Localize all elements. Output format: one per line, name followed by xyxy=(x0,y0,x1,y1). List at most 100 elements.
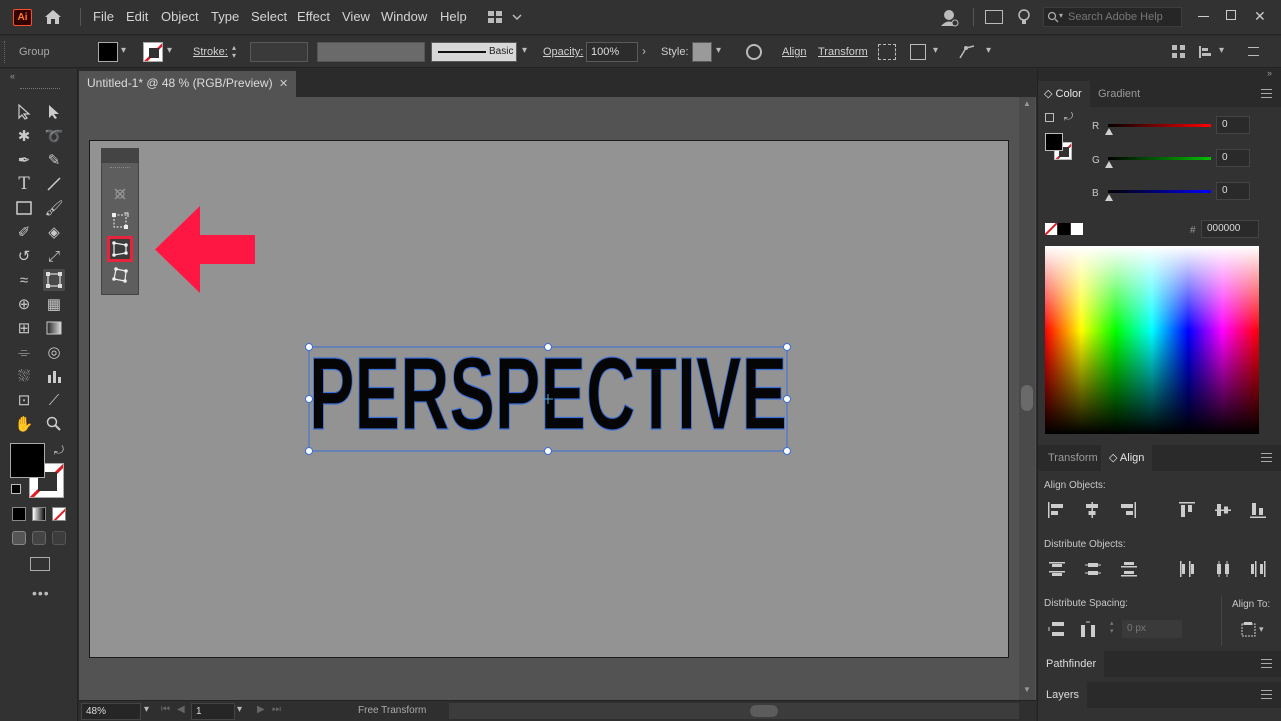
tab-pathfinder[interactable]: Pathfinder xyxy=(1038,651,1105,677)
vertical-align-center-icon[interactable] xyxy=(1214,501,1232,519)
vertical-distribute-center-icon[interactable] xyxy=(1084,560,1102,578)
minimize-button[interactable] xyxy=(1198,16,1209,17)
align-to-selection-icon[interactable] xyxy=(1240,620,1258,638)
align-panel-menu-icon[interactable] xyxy=(1261,453,1272,462)
artboard-number-field[interactable]: 1 xyxy=(191,703,235,720)
layers-panel-menu-icon[interactable] xyxy=(1261,690,1272,699)
hand-tool-icon[interactable]: ✋ xyxy=(13,413,35,435)
artboard-tool-icon[interactable]: ⊡ xyxy=(13,389,35,411)
tab-layers[interactable]: Layers xyxy=(1038,682,1088,708)
horizontal-distribute-left-icon[interactable] xyxy=(1178,560,1196,578)
variable-width-profile[interactable] xyxy=(317,42,425,62)
g-value-field[interactable]: 0 xyxy=(1216,149,1250,167)
opacity-label[interactable]: Opacity: xyxy=(543,46,583,58)
stroke-weight-stepper[interactable]: ▴ ▾ xyxy=(232,44,246,60)
bbox-handle[interactable] xyxy=(544,343,552,351)
menu-file[interactable]: File xyxy=(93,9,114,24)
color-spectrum[interactable] xyxy=(1045,246,1259,434)
bbox-handle[interactable] xyxy=(783,447,791,455)
bbox-handle[interactable] xyxy=(783,343,791,351)
b-value-field[interactable]: 0 xyxy=(1216,182,1250,200)
default-fill-stroke-icon[interactable] xyxy=(11,484,21,494)
align-link[interactable]: Align xyxy=(782,46,806,58)
r-slider[interactable] xyxy=(1108,124,1211,127)
draw-normal-icon[interactable] xyxy=(12,531,26,545)
slice-tool-icon[interactable]: ⟋ xyxy=(43,389,65,411)
tab-gradient[interactable]: Gradient xyxy=(1090,81,1148,107)
swap-fill-stroke-icon[interactable]: ⤾ xyxy=(54,443,64,458)
search-field[interactable]: ▾ Search Adobe Help xyxy=(1043,7,1182,27)
puppet-warp-icon[interactable] xyxy=(958,44,976,60)
g-slider[interactable] xyxy=(1108,157,1211,160)
r-slider-thumb[interactable] xyxy=(1105,128,1113,135)
spacing-stepper[interactable]: ▴ ▾ xyxy=(1110,620,1120,638)
menu-help[interactable]: Help xyxy=(440,9,467,24)
previous-artboard-icon[interactable]: ◀ xyxy=(177,704,185,715)
magic-wand-tool-icon[interactable]: ✱ xyxy=(13,125,35,147)
spacing-value-field[interactable]: 0 px xyxy=(1122,620,1182,638)
panel-fill-swatch[interactable] xyxy=(1045,133,1063,151)
close-window-button[interactable]: ✕ xyxy=(1254,8,1266,25)
zoom-tool-icon[interactable] xyxy=(43,413,65,435)
g-slider-thumb[interactable] xyxy=(1105,161,1113,168)
menu-edit[interactable]: Edit xyxy=(126,9,148,24)
panel-swap-colors-icon[interactable]: ⤾ xyxy=(1064,111,1073,124)
free-distort-icon[interactable] xyxy=(111,266,129,284)
account-icon[interactable] xyxy=(940,8,960,28)
shaper-tool-icon[interactable]: ✐ xyxy=(13,221,35,243)
bbox-handle[interactable] xyxy=(783,395,791,403)
menu-type[interactable]: Type xyxy=(211,9,239,24)
symbol-sprayer-tool-icon[interactable]: ⛆ xyxy=(13,365,35,387)
b-slider[interactable] xyxy=(1108,190,1211,193)
distribute-icon[interactable] xyxy=(1199,45,1213,59)
horizontal-align-center-icon[interactable] xyxy=(1083,501,1101,519)
horizontal-distribute-right-icon[interactable] xyxy=(1249,560,1267,578)
hex-value-field[interactable]: 000000 xyxy=(1201,220,1259,238)
vertical-distribute-bottom-icon[interactable] xyxy=(1120,560,1138,578)
perspective-grid-tool-icon[interactable]: ▦ xyxy=(43,293,65,315)
draw-behind-icon[interactable] xyxy=(32,531,46,545)
fill-swatch[interactable] xyxy=(98,42,118,62)
close-tab-icon[interactable]: ✕ xyxy=(279,77,288,90)
horizontal-scroll-thumb[interactable] xyxy=(750,705,778,717)
align-grid-icon[interactable] xyxy=(1172,45,1186,59)
zoom-field[interactable]: 48% xyxy=(81,703,141,720)
column-graph-tool-icon[interactable] xyxy=(43,365,65,387)
horizontal-align-right-icon[interactable] xyxy=(1119,501,1137,519)
collapse-toolbar-icon[interactable]: « xyxy=(10,71,15,81)
bbox-handle[interactable] xyxy=(305,447,313,455)
tab-color[interactable]: ◇ Color xyxy=(1038,81,1090,107)
brush-dropdown-icon[interactable]: ▾ xyxy=(522,45,527,56)
shape-builder-tool-icon[interactable]: ⊕ xyxy=(13,293,35,315)
control-bar-menu-icon[interactable] xyxy=(1248,47,1259,56)
color-panel-menu-icon[interactable] xyxy=(1261,89,1272,98)
blend-tool-icon[interactable]: ◎ xyxy=(43,341,65,363)
document-tab[interactable]: Untitled-1* @ 48 % (RGB/Preview) ✕ xyxy=(79,71,296,97)
constrain-icon[interactable] xyxy=(111,185,129,203)
perspective-distort-icon[interactable] xyxy=(107,236,133,262)
lasso-tool-icon[interactable]: ➰ xyxy=(43,125,65,147)
panel-default-colors-icon[interactable] xyxy=(1045,113,1054,122)
eyedropper-tool-icon[interactable]: ⌯ xyxy=(13,341,35,363)
stroke-weight-field[interactable] xyxy=(250,42,308,62)
curvature-tool-icon[interactable]: ✎ xyxy=(43,149,65,171)
stroke-dropdown-icon[interactable]: ▾ xyxy=(167,45,172,56)
vertical-align-top-icon[interactable] xyxy=(1178,501,1196,519)
free-transform-icon[interactable] xyxy=(111,212,129,230)
r-value-field[interactable]: 0 xyxy=(1216,116,1250,134)
last-artboard-icon[interactable]: ⏭ xyxy=(272,704,281,715)
tab-transform[interactable]: Transform xyxy=(1040,445,1106,471)
paintbrush-tool-icon[interactable]: 🖌 xyxy=(43,197,65,219)
rotate-tool-icon[interactable]: ↺ xyxy=(13,245,35,267)
pathfinder-panel-menu-icon[interactable] xyxy=(1261,659,1272,668)
fill-dropdown-icon[interactable]: ▾ xyxy=(121,45,126,56)
selected-artwork[interactable]: PERSPECTIVE xyxy=(305,336,791,455)
opacity-field[interactable]: 100% xyxy=(586,42,638,62)
brush-definition[interactable]: Basic xyxy=(431,42,517,62)
none-mode-icon[interactable] xyxy=(52,507,66,521)
color-mode-icon[interactable] xyxy=(12,507,26,521)
menu-object[interactable]: Object xyxy=(161,9,199,24)
horizontal-align-left-icon[interactable] xyxy=(1047,501,1065,519)
line-tool-icon[interactable] xyxy=(43,173,65,195)
expand-dock-icon[interactable]: » xyxy=(1267,68,1272,78)
